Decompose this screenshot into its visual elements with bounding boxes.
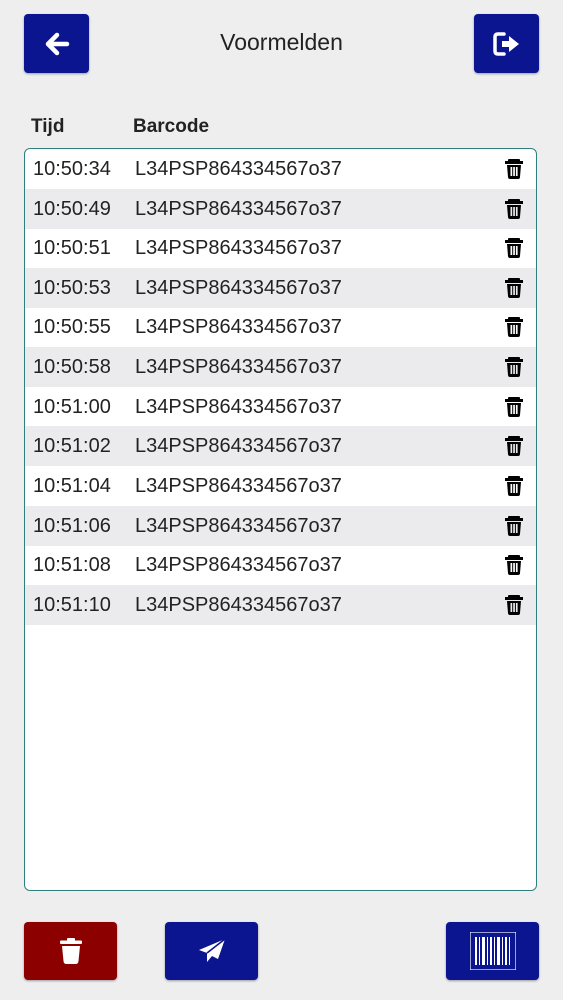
paper-plane-icon	[198, 938, 226, 964]
row-time: 10:51:06	[33, 514, 111, 537]
scan-barcode-button[interactable]	[446, 922, 539, 980]
row-time: 10:51:02	[33, 434, 111, 457]
row-time: 10:50:49	[33, 197, 111, 220]
row-barcode: L34PSP864334567o37	[135, 434, 342, 457]
header-bar: Voormelden	[0, 0, 563, 88]
sign-out-icon	[492, 31, 521, 56]
row-time: 10:50:55	[33, 315, 111, 338]
table-row: 10:51:08 L34PSP864334567o37	[25, 545, 536, 585]
send-button[interactable]	[165, 922, 258, 980]
trash-icon[interactable]	[504, 278, 524, 298]
trash-icon[interactable]	[504, 238, 524, 258]
row-barcode: L34PSP864334567o37	[135, 355, 342, 378]
trash-icon[interactable]	[504, 595, 524, 615]
trash-icon[interactable]	[504, 199, 524, 219]
trash-icon[interactable]	[504, 159, 524, 179]
row-time: 10:50:58	[33, 355, 111, 378]
trash-icon[interactable]	[504, 317, 524, 337]
trash-icon[interactable]	[504, 397, 524, 417]
scan-list[interactable]: 10:50:34 L34PSP864334567o37 10:50:49 L34…	[24, 148, 537, 891]
table-row: 10:51:00 L34PSP864334567o37	[25, 387, 536, 427]
row-time: 10:51:00	[33, 395, 111, 418]
row-barcode: L34PSP864334567o37	[135, 197, 342, 220]
table-row: 10:50:51 L34PSP864334567o37	[25, 228, 536, 268]
table-row: 10:50:49 L34PSP864334567o37	[25, 189, 536, 229]
row-barcode: L34PSP864334567o37	[135, 474, 342, 497]
column-header-time: Tijd	[31, 116, 65, 137]
table-row: 10:50:58 L34PSP864334567o37	[25, 347, 536, 387]
delete-all-button[interactable]	[24, 922, 117, 980]
trash-icon[interactable]	[504, 476, 524, 496]
table-row: 10:50:53 L34PSP864334567o37	[25, 268, 536, 308]
barcode-icon	[469, 932, 516, 970]
row-barcode: L34PSP864334567o37	[135, 395, 342, 418]
logout-button[interactable]	[474, 14, 539, 73]
table-row: 10:50:55 L34PSP864334567o37	[25, 307, 536, 347]
column-header-barcode: Barcode	[133, 116, 210, 137]
table-row: 10:50:34 L34PSP864334567o37	[25, 149, 536, 189]
row-barcode: L34PSP864334567o37	[135, 236, 342, 259]
trash-icon[interactable]	[504, 516, 524, 536]
row-barcode: L34PSP864334567o37	[135, 593, 342, 616]
row-time: 10:51:08	[33, 553, 111, 576]
table-row: 10:51:10 L34PSP864334567o37	[25, 585, 536, 625]
row-barcode: L34PSP864334567o37	[135, 276, 342, 299]
row-time: 10:50:51	[33, 236, 111, 259]
trash-icon[interactable]	[504, 436, 524, 456]
trash-icon[interactable]	[504, 555, 524, 575]
row-time: 10:51:10	[33, 593, 111, 616]
row-time: 10:50:53	[33, 276, 111, 299]
table-row: 10:51:04 L34PSP864334567o37	[25, 466, 536, 506]
table-row: 10:51:02 L34PSP864334567o37	[25, 426, 536, 466]
trash-icon[interactable]	[504, 357, 524, 377]
row-time: 10:50:34	[33, 157, 111, 180]
trash-icon	[59, 938, 83, 964]
row-barcode: L34PSP864334567o37	[135, 315, 342, 338]
row-barcode: L34PSP864334567o37	[135, 157, 342, 180]
row-barcode: L34PSP864334567o37	[135, 514, 342, 537]
table-row: 10:51:06 L34PSP864334567o37	[25, 506, 536, 546]
row-barcode: L34PSP864334567o37	[135, 553, 342, 576]
row-time: 10:51:04	[33, 474, 111, 497]
